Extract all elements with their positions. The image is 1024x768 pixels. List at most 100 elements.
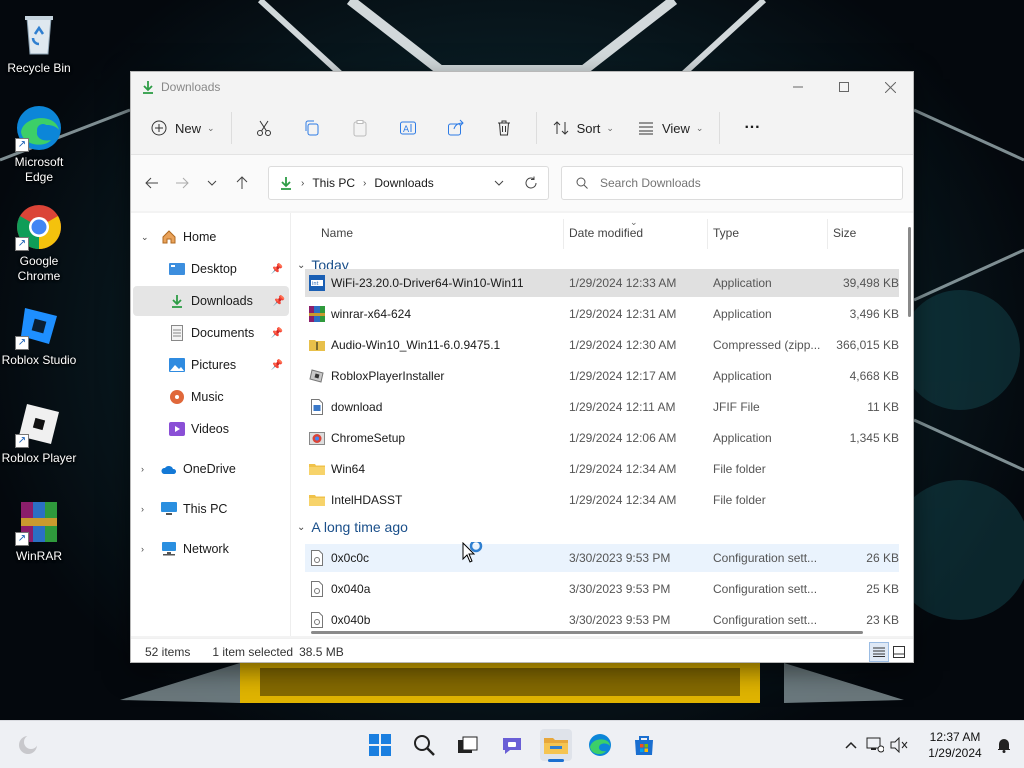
- address-bar[interactable]: › This PC › Downloads: [268, 166, 549, 200]
- nav-item-pictures[interactable]: Pictures 📌: [131, 350, 287, 380]
- image-file-icon: [311, 399, 323, 415]
- details-view-button[interactable]: [869, 641, 889, 662]
- minimize-button[interactable]: [775, 72, 821, 102]
- table-row[interactable]: int WiFi-23.20.0-Driver64-Win10-Win11 1/…: [305, 269, 899, 297]
- copy-button[interactable]: [288, 111, 336, 145]
- nav-item-downloads[interactable]: Downloads 📌: [133, 286, 289, 316]
- table-row[interactable]: download 1/29/2024 12:11 AM JFIF File 11…: [305, 393, 899, 421]
- shortcut-arrow-icon: ↗: [15, 532, 29, 546]
- table-row[interactable]: winrar-x64-624 1/29/2024 12:31 AM Applic…: [305, 300, 899, 328]
- start-button[interactable]: [364, 729, 396, 761]
- clock-time: 12:37 AM: [929, 730, 981, 744]
- breadcrumb-downloads[interactable]: Downloads: [374, 176, 433, 190]
- file-size: 25 KB: [866, 582, 899, 596]
- file-date: 1/29/2024 12:11 AM: [569, 400, 676, 414]
- new-button[interactable]: New ⌄: [143, 111, 223, 145]
- file-explorer-taskbar-button[interactable]: [540, 729, 572, 762]
- title-bar[interactable]: Downloads: [131, 72, 913, 102]
- table-row[interactable]: Audio-Win10_Win11-6.0.9475.1 1/29/2024 1…: [305, 331, 899, 359]
- chat-button[interactable]: [496, 729, 528, 761]
- copy-icon: [305, 120, 319, 136]
- file-size: 3,496 KB: [849, 307, 899, 321]
- nav-item-desktop[interactable]: Desktop 📌: [131, 254, 287, 284]
- search-taskbar-button[interactable]: [408, 729, 440, 761]
- trash-icon: [497, 120, 510, 136]
- table-row[interactable]: Win64 1/29/2024 12:34 AM File folder: [305, 455, 899, 483]
- maximize-button[interactable]: [821, 72, 867, 102]
- group-header-older[interactable]: ⌄ A long time ago: [297, 519, 408, 535]
- address-history-button[interactable]: [484, 179, 514, 187]
- view-list-icon: [638, 122, 653, 135]
- nav-item-music[interactable]: Music: [131, 382, 287, 412]
- wifi-installer-icon: int: [309, 275, 325, 291]
- file-date: 1/29/2024 12:06 AM: [569, 431, 677, 445]
- search-box[interactable]: [561, 166, 903, 200]
- shortcut-arrow-icon: ↗: [15, 237, 29, 251]
- file-name: IntelHDASST: [331, 493, 403, 507]
- breadcrumb-this-pc[interactable]: This PC: [312, 176, 355, 190]
- desktop-icon-recycle-bin[interactable]: Recycle Bin: [0, 10, 78, 76]
- table-row[interactable]: IntelHDASST 1/29/2024 12:34 AM File fold…: [305, 486, 899, 514]
- nav-item-documents[interactable]: Documents 📌: [131, 318, 287, 348]
- sort-button[interactable]: Sort ⌄: [545, 111, 622, 145]
- delete-button[interactable]: [480, 111, 528, 145]
- pin-icon: 📌: [270, 327, 283, 339]
- nav-item-network[interactable]: › Network: [131, 534, 287, 564]
- file-size: 11 KB: [867, 400, 899, 414]
- folder-icon: [309, 495, 325, 506]
- paste-button[interactable]: [336, 111, 384, 145]
- taskbar-clock[interactable]: 12:37 AM 1/29/2024: [918, 729, 992, 761]
- desktop-folder-icon: [169, 261, 185, 277]
- refresh-button[interactable]: [514, 176, 548, 190]
- desktop-icon-chrome[interactable]: ↗ Google Chrome: [0, 203, 78, 284]
- recent-locations-button[interactable]: [197, 168, 227, 198]
- widgets-button[interactable]: [12, 729, 44, 761]
- horizontal-scrollbar[interactable]: [311, 631, 863, 634]
- store-taskbar-button[interactable]: [628, 729, 660, 761]
- desktop-icon-roblox-player[interactable]: ↗ Roblox Player: [0, 400, 78, 466]
- edge-taskbar-button[interactable]: [584, 729, 616, 761]
- tiles-view-button[interactable]: [889, 642, 909, 662]
- more-options-button[interactable]: ···: [728, 111, 776, 145]
- nav-item-this-pc[interactable]: › This PC: [131, 494, 287, 524]
- toolbar-divider: [230, 112, 232, 144]
- table-row[interactable]: RobloxPlayerInstaller 1/29/2024 12:17 AM…: [305, 362, 899, 390]
- volume-button[interactable]: [888, 737, 910, 753]
- view-button[interactable]: View ⌄: [630, 111, 712, 145]
- download-arrow-icon: [143, 81, 153, 94]
- vertical-scrollbar[interactable]: [908, 227, 911, 317]
- desktop-icon-roblox-studio[interactable]: ↗ Roblox Studio: [0, 302, 78, 368]
- table-row[interactable]: 0x040b 3/30/2023 9:53 PM Configuration s…: [305, 606, 899, 634]
- toolbar-divider: [535, 112, 537, 144]
- table-row[interactable]: 0x0c0c 3/30/2023 9:53 PM Configuration s…: [305, 544, 899, 572]
- tiles-view-icon: [893, 645, 905, 658]
- teams-chat-icon: [503, 738, 521, 754]
- pictures-icon: [169, 357, 185, 373]
- back-button[interactable]: [137, 168, 167, 198]
- file-explorer-window[interactable]: Downloads New ⌄ A Sort ⌄ View ⌄ ··· › Th…: [130, 71, 914, 663]
- table-row[interactable]: 0x040a 3/30/2023 9:53 PM Configuration s…: [305, 575, 899, 603]
- rename-button[interactable]: A: [384, 111, 432, 145]
- nav-item-onedrive[interactable]: › OneDrive: [131, 454, 287, 484]
- table-row[interactable]: ChromeSetup 1/29/2024 12:06 AM Applicati…: [305, 424, 899, 452]
- task-view-button[interactable]: [452, 729, 484, 761]
- new-button-label: New: [175, 120, 202, 136]
- minimize-icon: [793, 86, 803, 88]
- desktop-icon-winrar[interactable]: ↗ WinRAR: [0, 498, 78, 564]
- forward-button[interactable]: [167, 168, 197, 198]
- network-status-button[interactable]: [862, 737, 888, 753]
- show-hidden-icons-button[interactable]: [840, 741, 862, 749]
- share-button[interactable]: [432, 111, 480, 145]
- sort-arrows-icon: [553, 121, 568, 135]
- desktop-icon-edge[interactable]: ↗ Microsoft Edge: [0, 104, 78, 185]
- navigation-pane: ⌄ Home Desktop 📌 Downloads 📌 Documents 📌…: [131, 213, 291, 636]
- up-button[interactable]: [227, 168, 257, 198]
- nav-item-videos[interactable]: Videos: [131, 414, 287, 444]
- nav-item-home[interactable]: ⌄ Home: [131, 222, 287, 252]
- notification-center-button[interactable]: [988, 729, 1020, 761]
- cut-button[interactable]: [240, 111, 288, 145]
- file-type: Configuration sett...: [713, 613, 818, 627]
- roblox-player-icon: ↗: [15, 400, 63, 448]
- search-input[interactable]: [600, 176, 880, 190]
- close-button[interactable]: [867, 72, 913, 102]
